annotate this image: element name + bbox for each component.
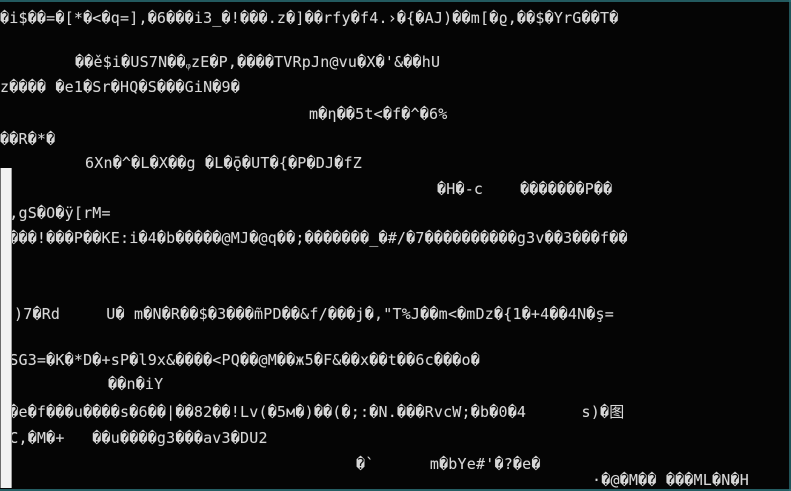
terminal-line: ASG3=�K�*D�+sP�l9x&����<PQ��@M��ж5�F&��x… [0,351,480,369]
terminal-output[interactable]: �i$��=�[*�<�q=],�6���i3_�!���.z�]��rfy�f… [0,0,791,491]
terminal-line: �` m�bYe#'�?�e� [356,455,541,473]
terminal-window[interactable]: �i$��=�[*�<�q=],�6���i3_�!���.z�]��rfy�f… [0,0,791,491]
terminal-line: z���� �e1�Sr�HQ�S���GiN�9� [0,78,240,96]
terminal-line: m�η��5t<�f�^�6% [309,105,448,123]
left-side-panel [0,168,12,488]
terminal-line: �,gS�O�ÿ[rM= [0,204,111,222]
terminal-line: 6Xn�^�L�X��g �L�ǭ�UT�{�P�DJ�fZ [85,154,362,172]
screen-viewport: �i$��=�[*�<�q=],�6���i3_�!���.z�]��rfy�f… [0,0,791,491]
terminal-line: )7�Rd U� m�N�R��$�3���m̃PD��&f/���j�,"T%… [14,305,614,323]
terminal-line: ����!���P��KE:i�4�b�����@MJ�@q��;�������… [0,229,628,247]
terminal-line: �C,�M�+ ��u����g3���av3�DU2 [0,429,268,447]
terminal-line: q�e�f���u����s�6��|��82��!Lv(�5м�)��(�;:… [0,403,625,421]
terminal-line: ��n�iY [108,375,164,393]
terminal-line: �H�-c �������P�� [437,180,613,198]
terminal-line: �i$��=�[*�<�q=],�6���i3_�!���.z�]��rfy�f… [0,9,619,27]
terminal-line: ��ě$i�US7N��ᵩzE�P,����TVRpJn@vu�X�'&��hU [75,53,441,71]
window-top-border [0,0,791,2]
left-panel-edge [11,168,12,488]
terminal-line: ��R�*� [0,130,56,148]
terminal-line: ·�@�M�� ���ML�N�H [592,471,749,489]
